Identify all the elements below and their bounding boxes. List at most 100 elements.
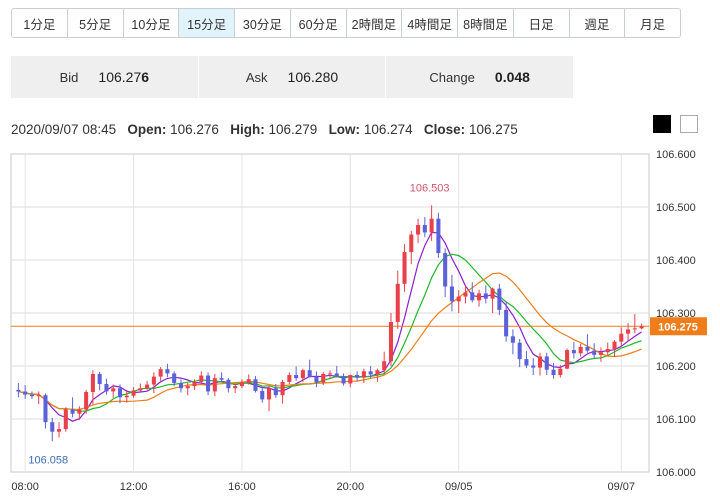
candle-body — [531, 365, 536, 368]
candle-body — [382, 361, 387, 371]
candle-body — [63, 409, 68, 430]
candle-body — [375, 370, 380, 375]
candle-body — [307, 370, 312, 377]
candle-body — [598, 352, 603, 355]
candle-body — [456, 296, 461, 302]
candle-body — [578, 346, 583, 354]
candle-body — [585, 346, 590, 351]
change-label: Change — [429, 69, 475, 85]
candle-body — [368, 371, 373, 375]
y-tick-label: 106.100 — [656, 414, 696, 426]
x-tick-label: 20:00 — [337, 481, 365, 493]
timeframe-tabs: 1分足 5分足 10分足 15分足 30分足 60分足 2時間足 4時間足 8時間足 日足 週足 月足 — [11, 8, 681, 38]
tab-10[interactable]: 週足 — [569, 9, 626, 37]
candle-body — [416, 225, 421, 235]
candle-body — [565, 350, 570, 369]
candle-body — [192, 381, 197, 387]
candle-body — [117, 388, 123, 398]
candle-body — [571, 350, 576, 354]
candle-body — [626, 329, 631, 334]
candle-body — [294, 375, 299, 379]
candle-body — [206, 375, 211, 392]
candle-body — [395, 283, 400, 323]
candle-body — [592, 350, 597, 355]
candle-body — [517, 342, 522, 360]
x-tick-label: 16:00 — [228, 481, 256, 493]
tab-3[interactable]: 15分足 — [179, 9, 235, 37]
candle-body — [558, 368, 563, 376]
candle-body — [212, 378, 217, 392]
candle-body — [443, 253, 448, 287]
dark-theme-button[interactable] — [653, 115, 671, 133]
close-label: Close: — [423, 122, 466, 137]
candle-body — [355, 375, 360, 378]
candle-body — [165, 369, 170, 374]
ask-tail: 0 — [330, 69, 339, 85]
candle-body — [246, 379, 251, 383]
candle-body — [409, 234, 414, 253]
tab-5[interactable]: 60分足 — [290, 9, 347, 37]
candle-body — [388, 322, 393, 362]
candle-body — [77, 409, 82, 414]
tab-6[interactable]: 2時間足 — [346, 9, 403, 37]
open-value: 106.276 — [170, 122, 219, 137]
candle-body — [300, 370, 305, 379]
candle-body — [70, 409, 75, 414]
y-tick-label: 106.400 — [656, 255, 696, 267]
light-theme-button[interactable] — [680, 115, 698, 133]
candle-body — [436, 218, 441, 254]
candle-body — [544, 356, 549, 370]
candle-body — [537, 356, 543, 368]
candle-body — [124, 395, 129, 398]
candle-body — [43, 395, 48, 423]
candle-body — [463, 292, 468, 297]
candle-body — [612, 341, 617, 350]
candle-body — [158, 369, 163, 377]
tab-0[interactable]: 1分足 — [12, 9, 68, 37]
high-annotation: 106.503 — [410, 182, 450, 194]
y-tick-label: 106.000 — [656, 467, 696, 479]
tab-8[interactable]: 8時間足 — [458, 9, 514, 37]
tab-2[interactable]: 10分足 — [123, 9, 180, 37]
bid-label: Bid — [59, 69, 79, 85]
candle-body — [84, 391, 89, 410]
tab-9[interactable]: 日足 — [513, 9, 570, 37]
candle-body — [632, 328, 637, 330]
candle-body — [510, 336, 515, 343]
candle-body — [104, 384, 109, 392]
bid-main: 106.27 — [98, 69, 142, 85]
x-tick-label: 08:00 — [11, 481, 39, 493]
bid-value: 106.276 — [98, 69, 149, 85]
tab-7[interactable]: 4時間足 — [402, 9, 458, 37]
candle-body — [111, 388, 116, 392]
high-value: 106.279 — [268, 122, 318, 137]
ask-cell: Ask 106.280 — [199, 56, 387, 98]
open-label: Open: — [127, 122, 167, 137]
tab-4[interactable]: 30分足 — [235, 9, 291, 37]
y-tick-label: 106.500 — [656, 202, 696, 214]
candle-body — [334, 373, 339, 377]
ohlc-info-bar: 2020/09/07 08:45 Open: 106.276 High: 106… — [11, 122, 518, 137]
candle-body — [490, 288, 495, 299]
ohlc-datetime: 2020/09/07 08:45 — [11, 122, 117, 137]
candle-body — [280, 381, 285, 396]
x-tick-label: 09/07 — [608, 481, 636, 493]
candle-body — [97, 373, 102, 385]
tab-11[interactable]: 月足 — [625, 9, 680, 37]
candle-body — [29, 394, 34, 397]
tab-1[interactable]: 5分足 — [67, 9, 124, 37]
candle-body — [551, 369, 556, 376]
candle-body — [341, 376, 346, 384]
change-value: 0.048 — [494, 69, 530, 85]
change-cell: Change 0.048 — [386, 56, 573, 98]
candle-body — [287, 375, 292, 382]
x-tick-label: 09/05 — [445, 481, 473, 493]
ask-label: Ask — [245, 69, 268, 85]
candle-body — [172, 373, 177, 383]
candle-body — [145, 384, 150, 389]
candle-body — [16, 389, 21, 392]
candle-body — [57, 429, 62, 432]
candle-body — [239, 382, 244, 387]
candle-body — [449, 286, 454, 302]
candlestick-chart[interactable]: 106.600106.500106.400106.300106.200106.1… — [0, 146, 720, 501]
